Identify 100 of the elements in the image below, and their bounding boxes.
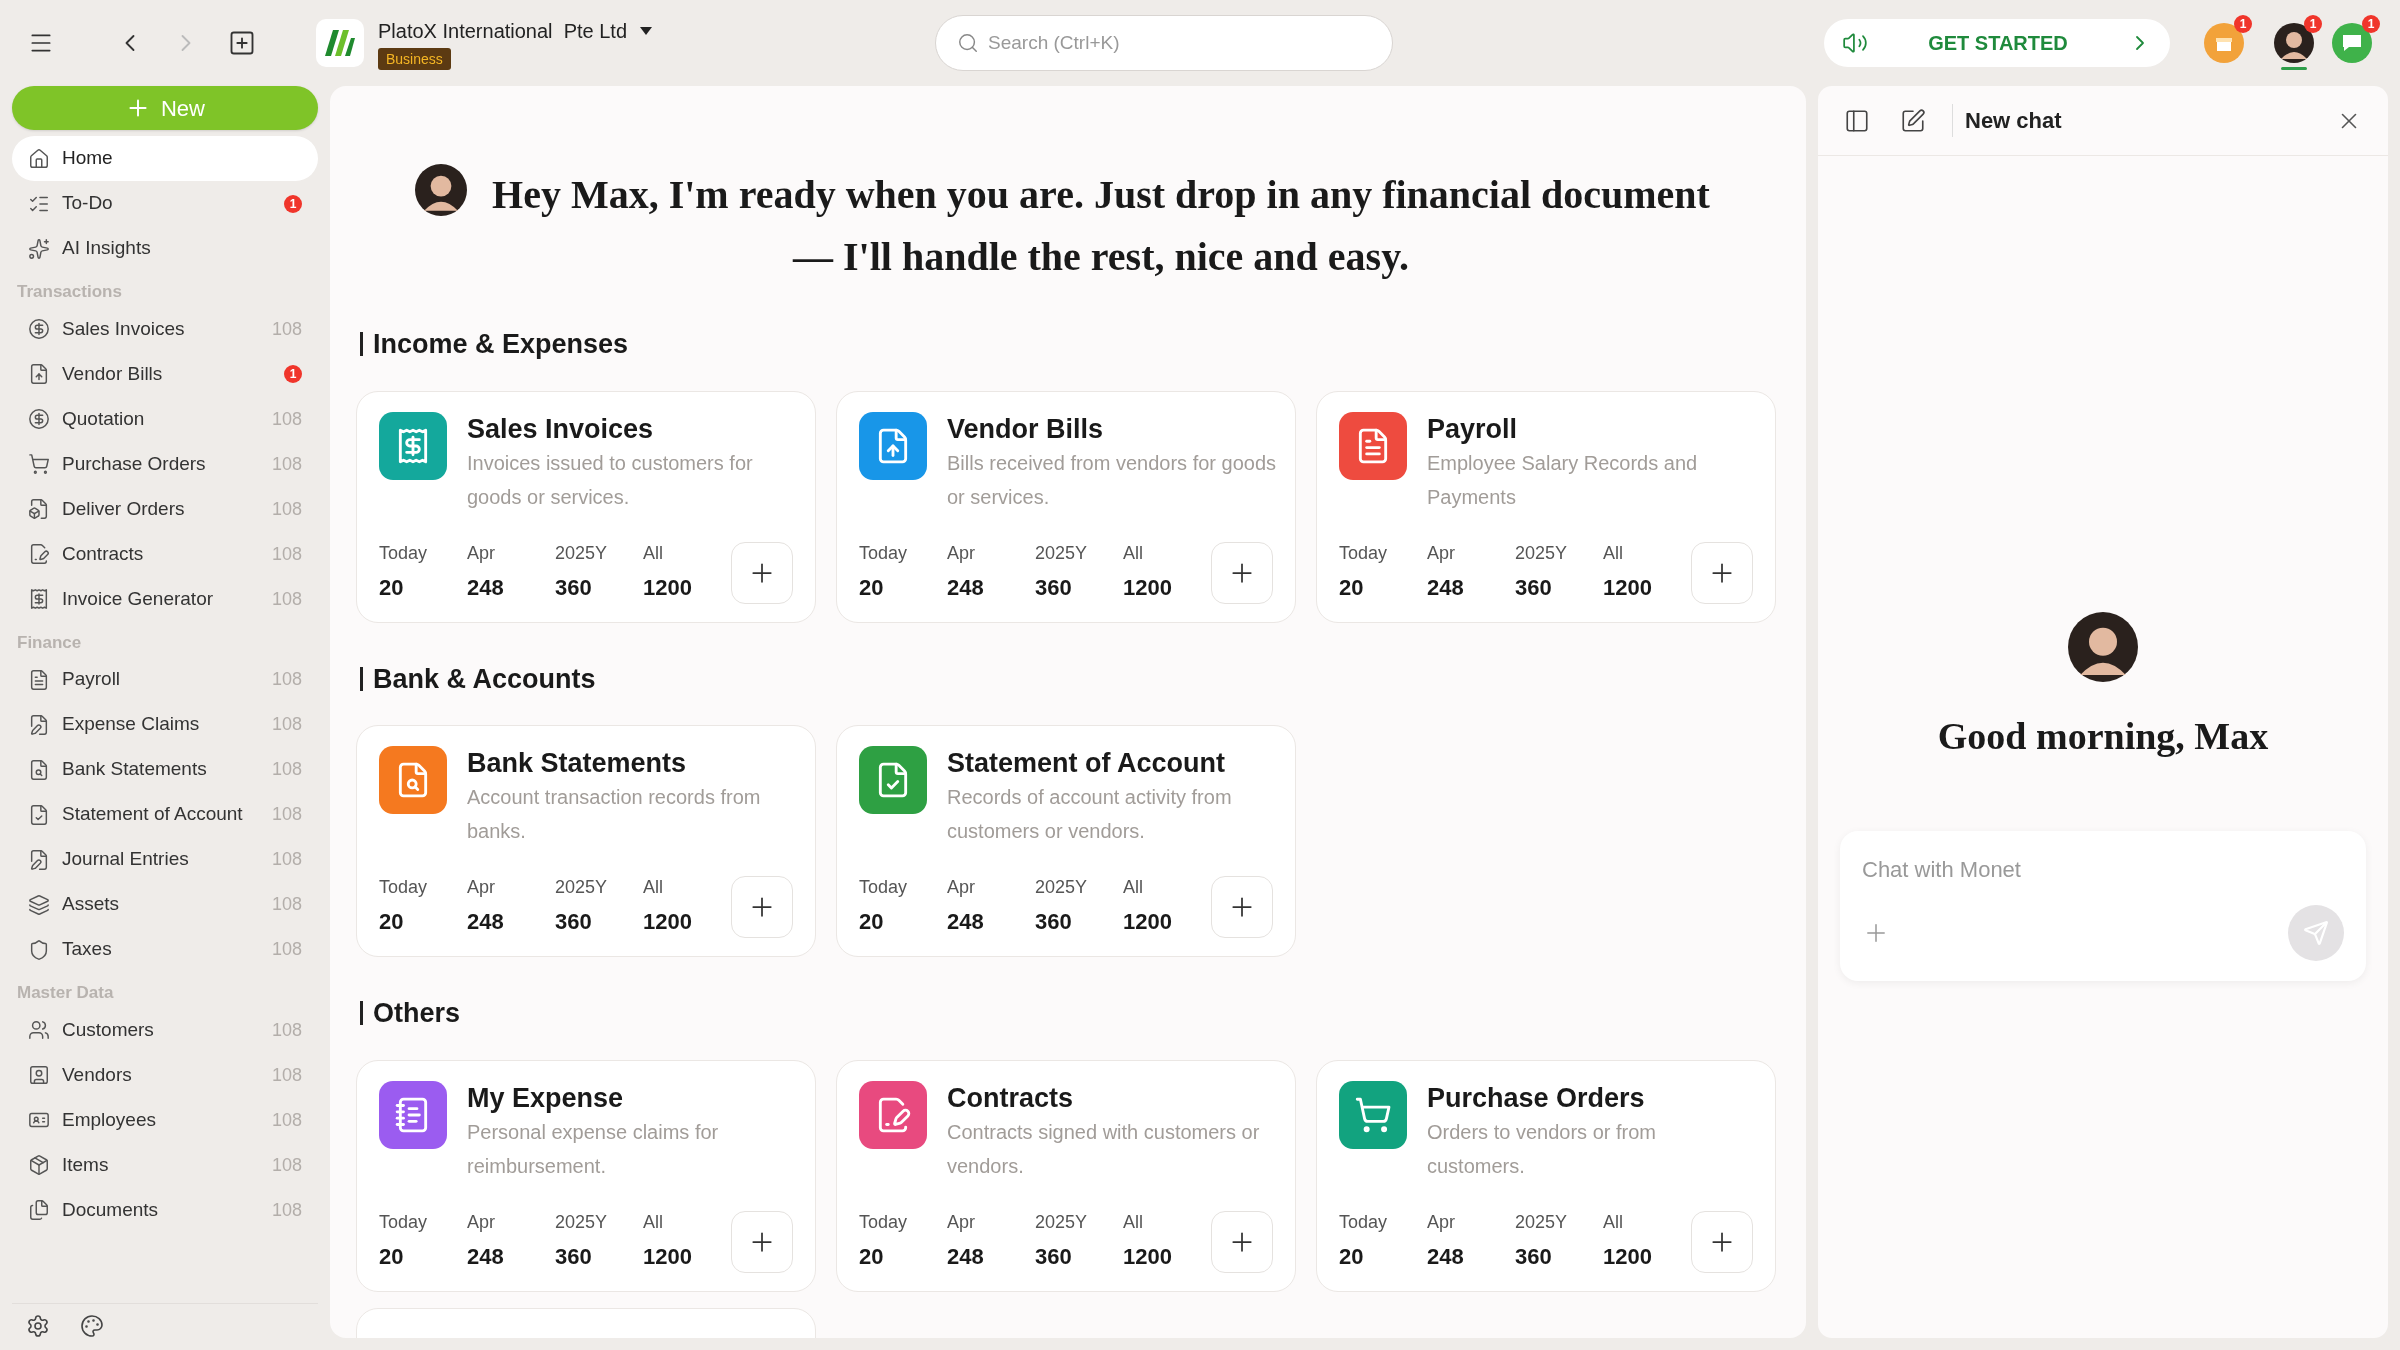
module-card[interactable]: Statement of Account Records of account activity from customers or vendors. Today 20 Apr 248 2025Y 360 All 1200 <box>836 725 1296 957</box>
sidebar-item[interactable]: AI Insights <box>12 226 318 271</box>
item-icon <box>28 408 50 430</box>
item-icon <box>28 543 50 565</box>
sidebar-item[interactable]: Documents 108 <box>12 1187 318 1233</box>
stat-label: All <box>1603 1210 1624 1234</box>
stat-value: 360 <box>1035 908 1073 936</box>
sidebar-item[interactable]: Vendors 108 <box>12 1052 318 1098</box>
stat-value: 20 <box>1339 573 1365 602</box>
item-icon <box>28 1154 50 1176</box>
module-card[interactable]: Purchase Orders Orders to vendors or from customers. Today 20 Apr 248 2025Y 360 All 1200 <box>1316 1059 1776 1292</box>
sidebar-item[interactable]: Taxes 108 <box>12 927 318 972</box>
stat-label: Today <box>379 1210 429 1234</box>
module-card[interactable]: Payroll Employee Salary Records and Payments Today 20 Apr 248 2025Y 360 All 1200 <box>1316 390 1776 623</box>
item-icon <box>28 848 50 871</box>
sidebar-item[interactable]: Assets 108 <box>12 882 318 927</box>
chat-title: New chat <box>1952 104 2062 137</box>
notification-badge: 1 <box>2304 15 2322 33</box>
stat-label: 2025Y <box>555 1210 609 1234</box>
card-title: Vendor Bills <box>947 412 1105 446</box>
sidebar-toggle-icon[interactable] <box>1844 107 1870 134</box>
stat-label: Apr <box>1427 541 1456 565</box>
card-description: Contracts signed with customers or vendors. <box>947 1119 1261 1179</box>
stat-label: Today <box>1339 1210 1389 1234</box>
sidebar-item[interactable]: To-Do 1 <box>12 181 318 226</box>
stat-label: Today <box>859 876 909 899</box>
stat-label: Apr <box>947 876 976 899</box>
get-started-button[interactable]: GET STARTED <box>1824 19 2170 67</box>
stat-value: 20 <box>1339 1242 1365 1271</box>
stat-label: All <box>1603 541 1624 565</box>
stat-label: Apr <box>947 541 976 565</box>
stat-label: Apr <box>467 876 496 899</box>
stat-label: All <box>643 541 664 565</box>
section-heading: Master Data <box>16 982 115 1004</box>
stat-value: 248 <box>947 908 985 936</box>
sidebar-item[interactable]: Purchase Orders 108 <box>12 441 318 487</box>
sidebar-item[interactable]: Journal Entries 108 <box>12 837 318 882</box>
section-title: Others <box>373 997 461 1030</box>
stat-label: 2025Y <box>1035 876 1089 899</box>
item-icon <box>28 237 50 260</box>
sidebar-item[interactable]: Bank Statements 108 <box>12 747 318 792</box>
module-card[interactable]: Bank Statements Account transaction records from banks. Today 20 Apr 248 2025Y 360 All 1200 <box>356 725 816 957</box>
notification-badge: 1 <box>284 194 302 213</box>
caret-icon[interactable] <box>639 26 654 36</box>
chat-greeting: Good morning, Max <box>1937 714 2269 759</box>
module-card[interactable]: My Expense Personal expense claims for reimbursement. Today 20 Apr 248 2025Y 360 All 1200 <box>356 1059 816 1292</box>
sidebar-item[interactable]: Statement of Account 108 <box>12 792 318 837</box>
stat-label: All <box>1123 876 1144 899</box>
notification-badge: 1 <box>2362 15 2380 33</box>
new-chat-icon[interactable] <box>1900 107 1926 134</box>
company-name[interactable]: PlatoX International Pte Ltd <box>378 16 628 46</box>
sidebar-item[interactable]: Quotation 108 <box>12 396 318 442</box>
stat-value: 1200 <box>1603 1242 1653 1271</box>
stat-label: All <box>643 876 664 899</box>
stat-value: 248 <box>467 573 505 602</box>
sidebar-item[interactable]: Payroll 108 <box>12 657 318 702</box>
card-description: Personal expense claims for reimbursement. <box>467 1119 720 1179</box>
section-title: Income & Expenses <box>373 328 629 361</box>
sidebar-item[interactable]: Customers 108 <box>12 1007 318 1053</box>
sidebar-item[interactable]: Employees 108 <box>12 1097 318 1143</box>
stat-value: 20 <box>859 1242 885 1271</box>
sidebar-item[interactable]: Expense Claims 108 <box>12 702 318 747</box>
search-icon <box>957 32 980 54</box>
chat-input[interactable]: Chat with Monet <box>1862 853 2344 886</box>
sidebar-item[interactable]: Contracts 108 <box>12 531 318 577</box>
item-icon <box>28 1019 50 1041</box>
card-title: Payroll <box>1427 412 1519 446</box>
new-window-icon[interactable] <box>228 29 256 57</box>
sidebar-item[interactable]: Deliver Orders 108 <box>12 486 318 532</box>
card-description: Bills received from vendors for goods or services. <box>947 450 1277 510</box>
stat-value: 20 <box>379 573 405 602</box>
card-description: Employee Salary Records and Payments <box>1427 450 1699 510</box>
sidebar-item[interactable]: Invoice Generator 108 <box>12 576 318 622</box>
sidebar-item[interactable]: Items 108 <box>12 1142 318 1188</box>
palette-icon[interactable] <box>80 1314 104 1338</box>
search-field[interactable]: Search (Ctrl+K) <box>935 15 1394 71</box>
sidebar-item[interactable]: Home <box>12 136 318 181</box>
stat-label: Today <box>859 541 909 565</box>
card-title: My Expense <box>467 1081 625 1115</box>
section-heading: Transactions <box>16 281 123 303</box>
settings-icon[interactable] <box>26 1314 50 1338</box>
item-icon <box>28 318 50 340</box>
item-icon <box>28 147 50 170</box>
plan-badge: Business <box>378 48 451 70</box>
item-icon <box>28 668 50 691</box>
card-title: Bank Statements <box>467 747 688 780</box>
module-card[interactable]: Contracts Contracts signed with customers or vendors. Today 20 Apr 248 2025Y 360 All 1200 <box>836 1059 1296 1292</box>
sidebar-item[interactable]: Vendor Bills 1 <box>12 351 318 397</box>
card-description: Orders to vendors or from customers. <box>1427 1119 1657 1179</box>
sidebar-item[interactable]: Sales Invoices 108 <box>12 306 318 352</box>
stat-value: 360 <box>555 573 593 602</box>
module-card[interactable]: Sales Invoices Invoices issued to customers for goods or services. Today 20 Apr 248 2025Y 360 All 1200 <box>356 390 816 623</box>
item-icon <box>28 893 50 916</box>
stat-value: 1200 <box>643 908 693 936</box>
item-icon <box>28 758 50 781</box>
card-description: Records of account activity from customers or vendors. <box>947 785 1233 844</box>
stat-value: 1200 <box>1123 908 1173 936</box>
module-card[interactable]: Vendor Bills Bills received from vendors for goods or services. Today 20 Apr 248 2025Y 360 All 1200 <box>836 390 1296 623</box>
stat-label: 2025Y <box>555 876 609 899</box>
notification-badge: 1 <box>2234 15 2252 33</box>
